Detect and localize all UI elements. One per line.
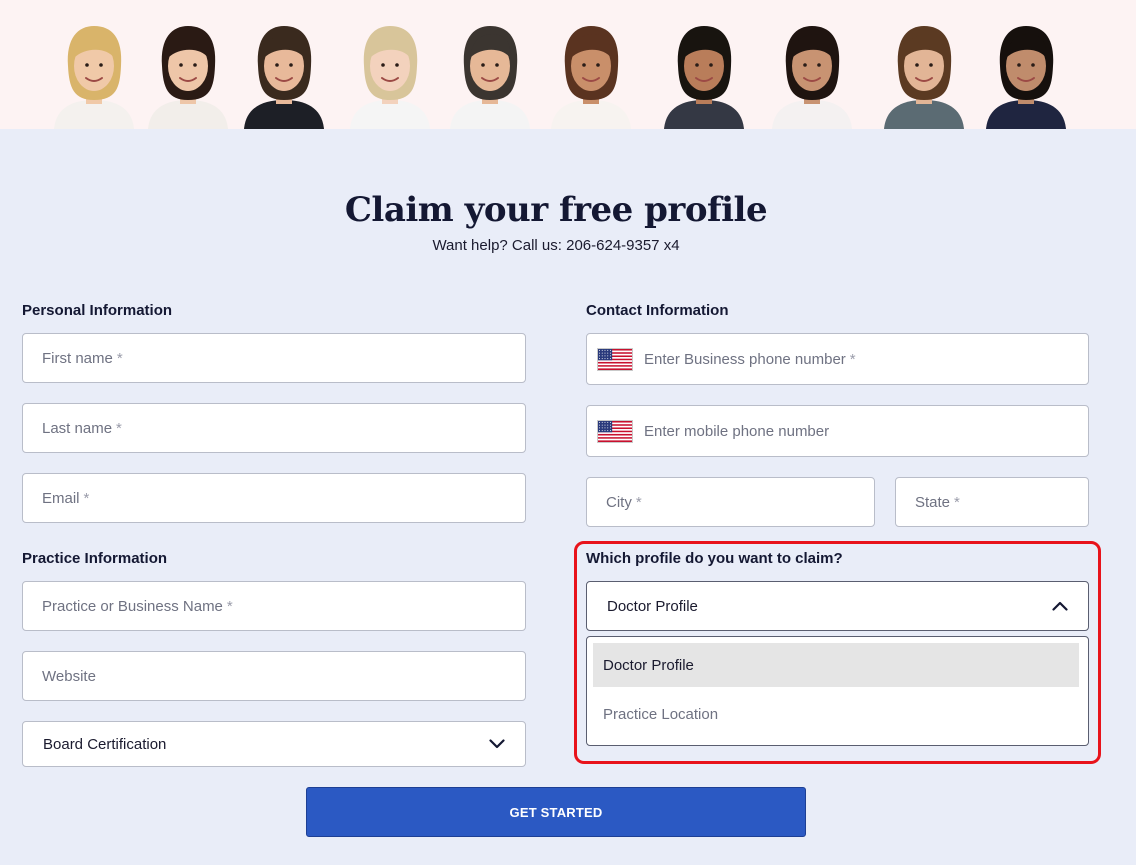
profile-type-select[interactable]: Doctor Profile <box>586 581 1089 631</box>
last-name-field[interactable]: Last name * <box>22 403 526 453</box>
required-mark: * <box>954 493 960 511</box>
profile-type-dropdown: Doctor Profile Practice Location <box>586 636 1089 746</box>
headshot-image <box>342 22 438 129</box>
required-mark: * <box>83 489 90 507</box>
required-mark: * <box>849 350 856 368</box>
business-name-field[interactable]: Practice or Business Name * <box>22 581 526 631</box>
business-phone-placeholder: Enter Business phone number <box>644 350 846 368</box>
business-name-placeholder: Practice or Business Name <box>42 597 223 615</box>
headshot-image <box>46 22 142 129</box>
us-flag-icon[interactable] <box>597 419 633 443</box>
business-phone-field[interactable]: Enter Business phone number * <box>586 333 1089 385</box>
profile-question-label: Which profile do you want to claim? <box>586 550 843 567</box>
headshot-image <box>236 22 332 129</box>
contact-information-heading: Contact Information <box>586 302 729 319</box>
headshot-image <box>764 22 860 129</box>
headshot-image <box>543 22 639 129</box>
mobile-phone-field[interactable]: Enter mobile phone number <box>586 405 1089 457</box>
first-name-field[interactable]: First name * <box>22 333 526 383</box>
required-mark: * <box>116 419 122 437</box>
get-started-button[interactable]: GET STARTED <box>306 787 806 837</box>
headshot-image <box>876 22 972 129</box>
us-flag-icon[interactable] <box>597 347 633 371</box>
page-title: Claim your free profile <box>344 190 768 230</box>
first-name-placeholder: First name <box>42 349 113 367</box>
email-field[interactable]: Email * <box>22 473 526 523</box>
option-doctor-profile[interactable]: Doctor Profile <box>593 643 1079 687</box>
chevron-down-icon <box>489 739 505 749</box>
personal-information-heading: Personal Information <box>22 302 173 319</box>
board-certification-label: Board Certification <box>43 735 167 753</box>
headshot-image <box>442 22 538 129</box>
option-practice-location[interactable]: Practice Location <box>593 692 1079 736</box>
required-mark: * <box>635 493 642 511</box>
required-mark: * <box>226 597 233 615</box>
city-field[interactable]: City * <box>586 477 875 527</box>
required-mark: * <box>116 349 123 367</box>
headshot-row <box>46 22 1080 129</box>
headshot-image <box>140 22 236 129</box>
board-certification-select[interactable]: Board Certification <box>22 721 526 767</box>
website-field[interactable]: Website <box>22 651 526 701</box>
chevron-up-icon <box>1052 601 1068 611</box>
email-placeholder: Email <box>42 489 80 507</box>
practice-information-heading: Practice Information <box>22 550 168 567</box>
state-placeholder: State <box>915 493 951 511</box>
website-placeholder: Website <box>42 667 96 685</box>
state-field[interactable]: State * <box>895 477 1089 527</box>
city-placeholder: City <box>606 493 632 511</box>
profile-type-selected-value: Doctor Profile <box>607 597 698 615</box>
last-name-placeholder: Last name <box>42 419 113 437</box>
mobile-phone-placeholder: Enter mobile phone number <box>644 422 830 440</box>
headshot-image <box>656 22 752 129</box>
headshot-image <box>978 22 1074 129</box>
banner <box>0 0 1136 129</box>
help-text: Want help? Call us: 206-624-9357 x4 <box>432 237 680 254</box>
